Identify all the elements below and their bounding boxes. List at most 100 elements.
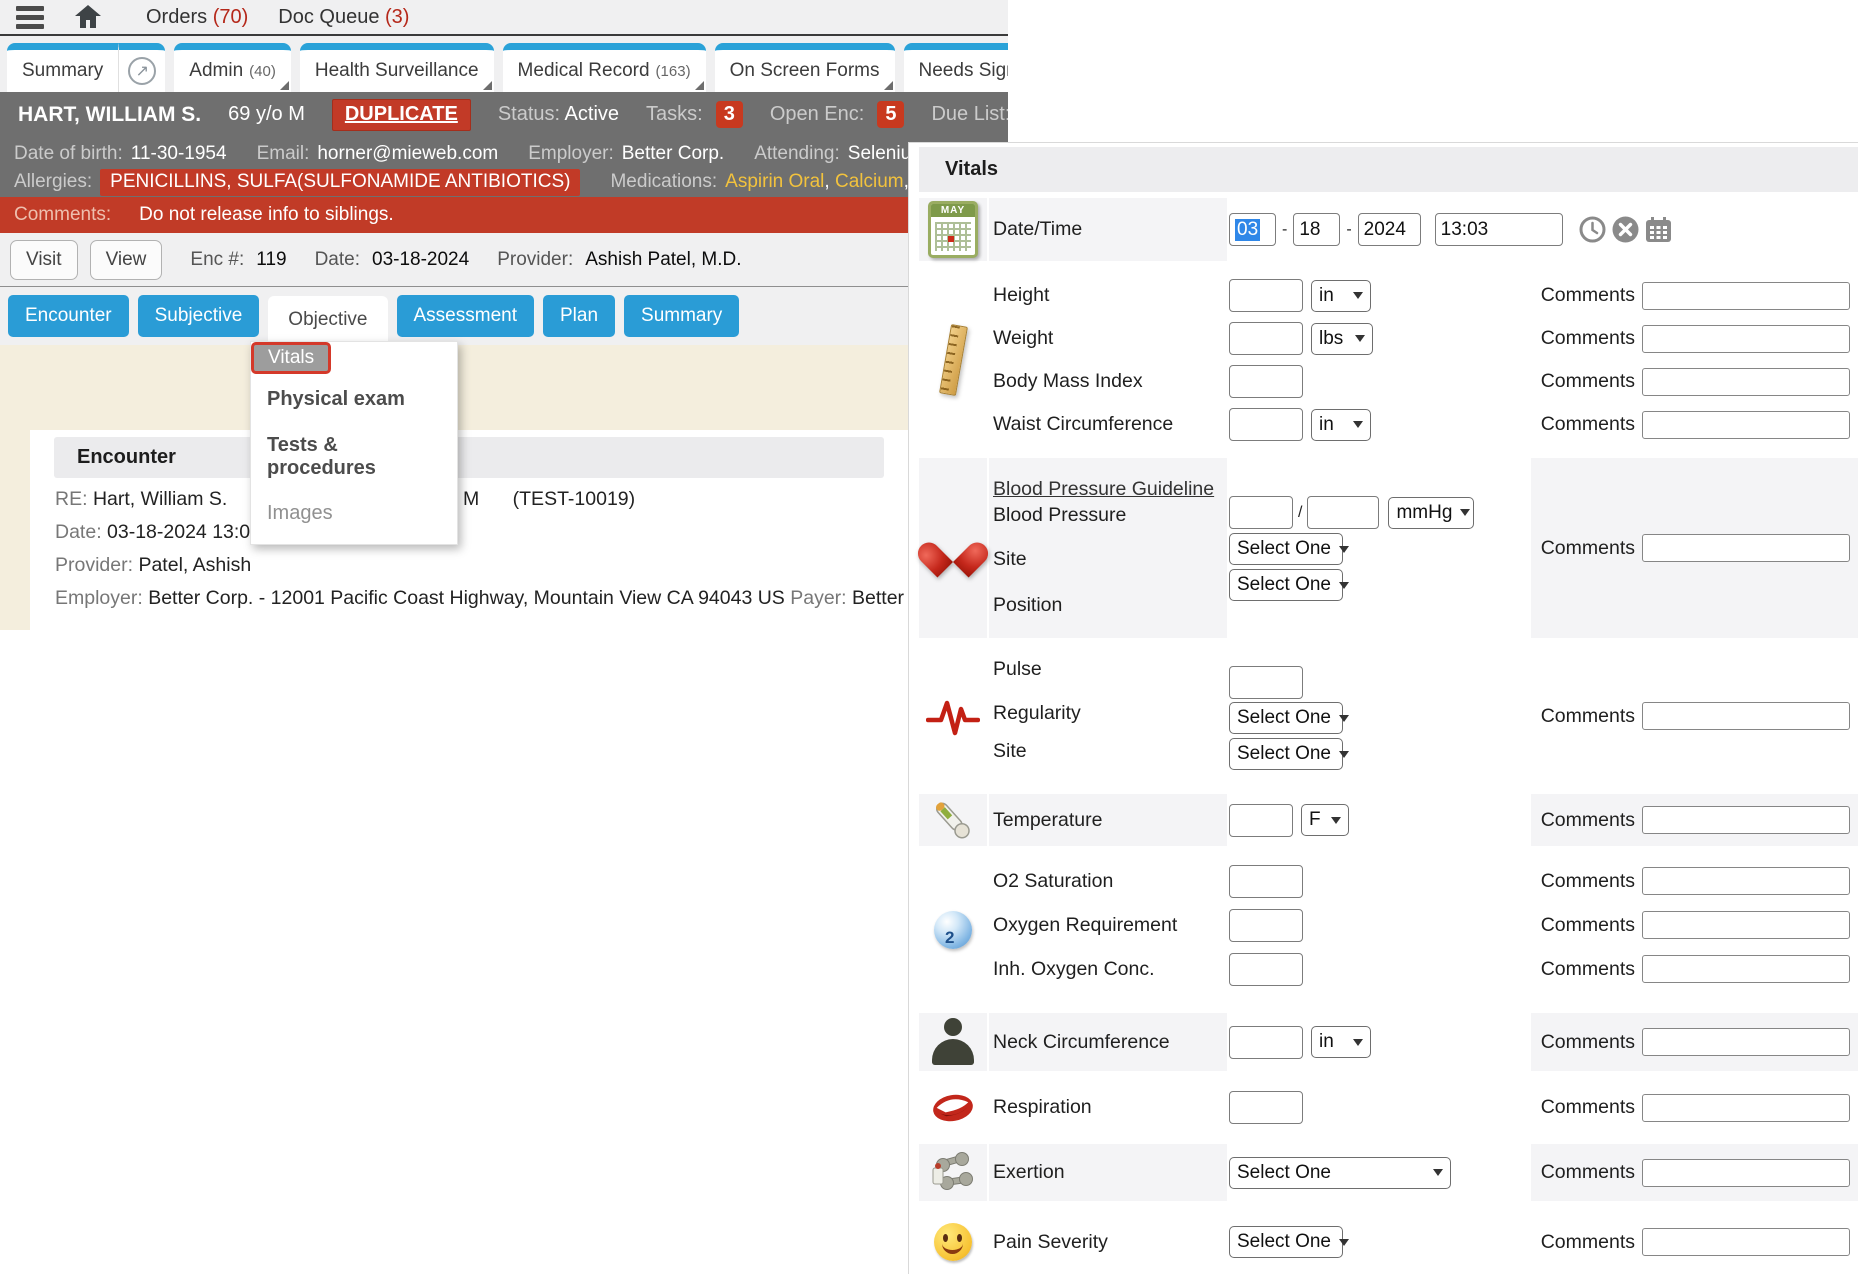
bp-systolic-input[interactable] xyxy=(1229,496,1293,529)
encounter-toolbar: Visit View Enc #: 119 Date: 03-18-2024 P… xyxy=(0,233,1008,287)
patient-details: Date of birth: 11-30-1954 Email: horner@… xyxy=(0,137,1008,197)
home-icon[interactable] xyxy=(74,4,102,30)
bp-comments-input[interactable] xyxy=(1642,534,1850,562)
neck-circumference-label: Neck Circumference xyxy=(989,1031,1170,1054)
date-day-input[interactable]: 18 xyxy=(1293,213,1340,246)
inh-oxygen-conc-comments-input[interactable] xyxy=(1642,955,1850,983)
vitals-block-bp: Blood Pressure Guideline Blood Pressure … xyxy=(919,458,1858,638)
temperature-comments-input[interactable] xyxy=(1642,806,1850,834)
pulse-site-select[interactable]: Select One xyxy=(1229,738,1343,770)
waist-unit-select[interactable]: in xyxy=(1311,409,1371,441)
tab-health-surveillance[interactable]: Health Surveillance xyxy=(300,43,494,92)
vitals-block-neck: Neck Circumference in Comments xyxy=(919,1013,1858,1071)
temperature-input[interactable] xyxy=(1229,804,1293,837)
email-label: Email: xyxy=(257,143,310,165)
temperature-unit-select[interactable]: F xyxy=(1301,804,1349,836)
waist-comments-input[interactable] xyxy=(1642,411,1850,439)
tab-encounter[interactable]: Encounter xyxy=(8,295,129,337)
bp-guideline-link[interactable]: Blood Pressure Guideline xyxy=(993,478,1227,504)
date-year-input[interactable]: 2024 xyxy=(1358,213,1421,246)
tab-on-screen-forms[interactable]: On Screen Forms xyxy=(715,43,895,92)
nav-doc-queue[interactable]: Doc Queue (3) xyxy=(278,6,409,29)
pain-severity-select[interactable]: Select One xyxy=(1229,1226,1343,1258)
height-unit-select[interactable]: in xyxy=(1311,280,1371,312)
exertion-comments: Comments xyxy=(1531,1151,1858,1194)
encounter-provider-line: Provider: Patel, Ashish xyxy=(55,554,908,577)
tab-summary-popout[interactable]: ↗ xyxy=(118,43,165,92)
menu-item-images[interactable]: Images xyxy=(251,493,457,534)
enc-date-label: Date: xyxy=(315,249,360,271)
neck-comments-input[interactable] xyxy=(1642,1028,1850,1056)
thermometer-icon xyxy=(930,797,976,843)
height-input[interactable] xyxy=(1229,279,1303,312)
duplicate-badge[interactable]: DUPLICATE xyxy=(332,99,471,131)
oxygen-requirement-input[interactable] xyxy=(1229,909,1303,942)
weight-comments: Comments xyxy=(1531,317,1858,360)
regularity-select[interactable]: Select One xyxy=(1229,702,1343,734)
bp-position-label: Position xyxy=(993,594,1227,620)
top-bar: Orders (70) Doc Queue (3) xyxy=(0,0,1008,36)
respiration-comments: Comments xyxy=(1531,1086,1858,1129)
respiration-input[interactable] xyxy=(1229,1091,1303,1124)
bp-site-select[interactable]: Select One xyxy=(1229,533,1343,565)
inh-oxygen-conc-input[interactable] xyxy=(1229,953,1303,986)
nav-orders[interactable]: Orders (70) xyxy=(146,6,248,29)
menu-item-vitals[interactable]: Vitals xyxy=(251,342,331,374)
waist-input[interactable] xyxy=(1229,408,1303,441)
neck-unit-select[interactable]: in xyxy=(1311,1026,1371,1058)
allergy-badge[interactable]: PENICILLINS, SULFA(SULFONAMIDE ANTIBIOTI… xyxy=(100,169,580,196)
pulse-comments-input[interactable] xyxy=(1642,702,1850,730)
medication-link[interactable]: Calcium xyxy=(835,171,904,192)
tab-summary-soap[interactable]: Summary xyxy=(624,295,739,337)
open-calendar-icon[interactable] xyxy=(1645,217,1672,243)
status-value: Active xyxy=(565,103,619,125)
tab-summary[interactable]: Summary xyxy=(7,43,118,92)
height-label: Height xyxy=(989,274,1227,317)
tab-medical-record[interactable]: Medical Record(163) xyxy=(503,43,706,92)
menu-item-physical-exam[interactable]: Physical exam xyxy=(251,379,457,420)
time-input[interactable]: 13:03 xyxy=(1435,213,1563,246)
exertion-comments-input[interactable] xyxy=(1642,1159,1850,1187)
o2-saturation-comments-input[interactable] xyxy=(1642,867,1850,895)
tab-admin[interactable]: Admin(40) xyxy=(174,43,291,92)
doc-queue-count: (3) xyxy=(385,6,409,28)
view-button[interactable]: View xyxy=(90,240,163,280)
weight-input[interactable] xyxy=(1229,322,1303,355)
vitals-block-pulse: Pulse Regularity Site Select One Select … xyxy=(919,646,1858,786)
bp-position-select[interactable]: Select One xyxy=(1229,569,1343,601)
exertion-select[interactable]: Select One xyxy=(1229,1157,1451,1189)
tab-subjective[interactable]: Subjective xyxy=(138,295,260,337)
bp-unit-select[interactable]: mmHg xyxy=(1388,497,1474,529)
datetime-label: Date/Time xyxy=(989,218,1082,241)
tab-plan[interactable]: Plan xyxy=(543,295,615,337)
comments-banner-text: Do not release info to siblings. xyxy=(139,204,394,226)
menu-item-tests-procedures[interactable]: Tests & procedures xyxy=(251,425,457,489)
bp-diastolic-input[interactable] xyxy=(1307,496,1379,529)
pain-comments: Comments xyxy=(1531,1221,1858,1264)
visit-button[interactable]: Visit xyxy=(10,240,78,280)
tab-needs-signed[interactable]: Needs Signed(12) xyxy=(904,43,1008,92)
open-enc-badge[interactable]: 5 xyxy=(877,101,904,128)
pain-comments-input[interactable] xyxy=(1642,1228,1850,1256)
date-month-input[interactable]: 03 xyxy=(1229,213,1276,246)
set-time-now-icon[interactable] xyxy=(1579,216,1606,243)
tab-assessment[interactable]: Assessment xyxy=(397,295,534,337)
encounter-re-line: RE: Hart, William S. 11-30-1954 69 y/o M… xyxy=(55,488,908,511)
weight-unit-select[interactable]: lbs xyxy=(1311,323,1373,355)
neck-circumference-input[interactable] xyxy=(1229,1026,1303,1059)
doc-queue-label: Doc Queue xyxy=(278,6,379,28)
height-comments-input[interactable] xyxy=(1642,282,1850,310)
clear-datetime-icon[interactable] xyxy=(1612,216,1639,243)
respiration-comments-input[interactable] xyxy=(1642,1094,1850,1122)
patient-name: HART, WILLIAM S. xyxy=(18,103,201,127)
hamburger-menu-icon[interactable] xyxy=(16,6,44,29)
bmi-comments-input[interactable] xyxy=(1642,368,1850,396)
medication-link[interactable]: Aspirin Oral xyxy=(725,171,824,192)
tasks-badge[interactable]: 3 xyxy=(716,101,743,128)
medications-label: Medications: xyxy=(610,171,717,193)
o2-saturation-input[interactable] xyxy=(1229,865,1303,898)
weight-comments-input[interactable] xyxy=(1642,325,1850,353)
oxygen-requirement-comments-input[interactable] xyxy=(1642,911,1850,939)
bmi-input[interactable] xyxy=(1229,365,1303,398)
pulse-input[interactable] xyxy=(1229,666,1303,699)
